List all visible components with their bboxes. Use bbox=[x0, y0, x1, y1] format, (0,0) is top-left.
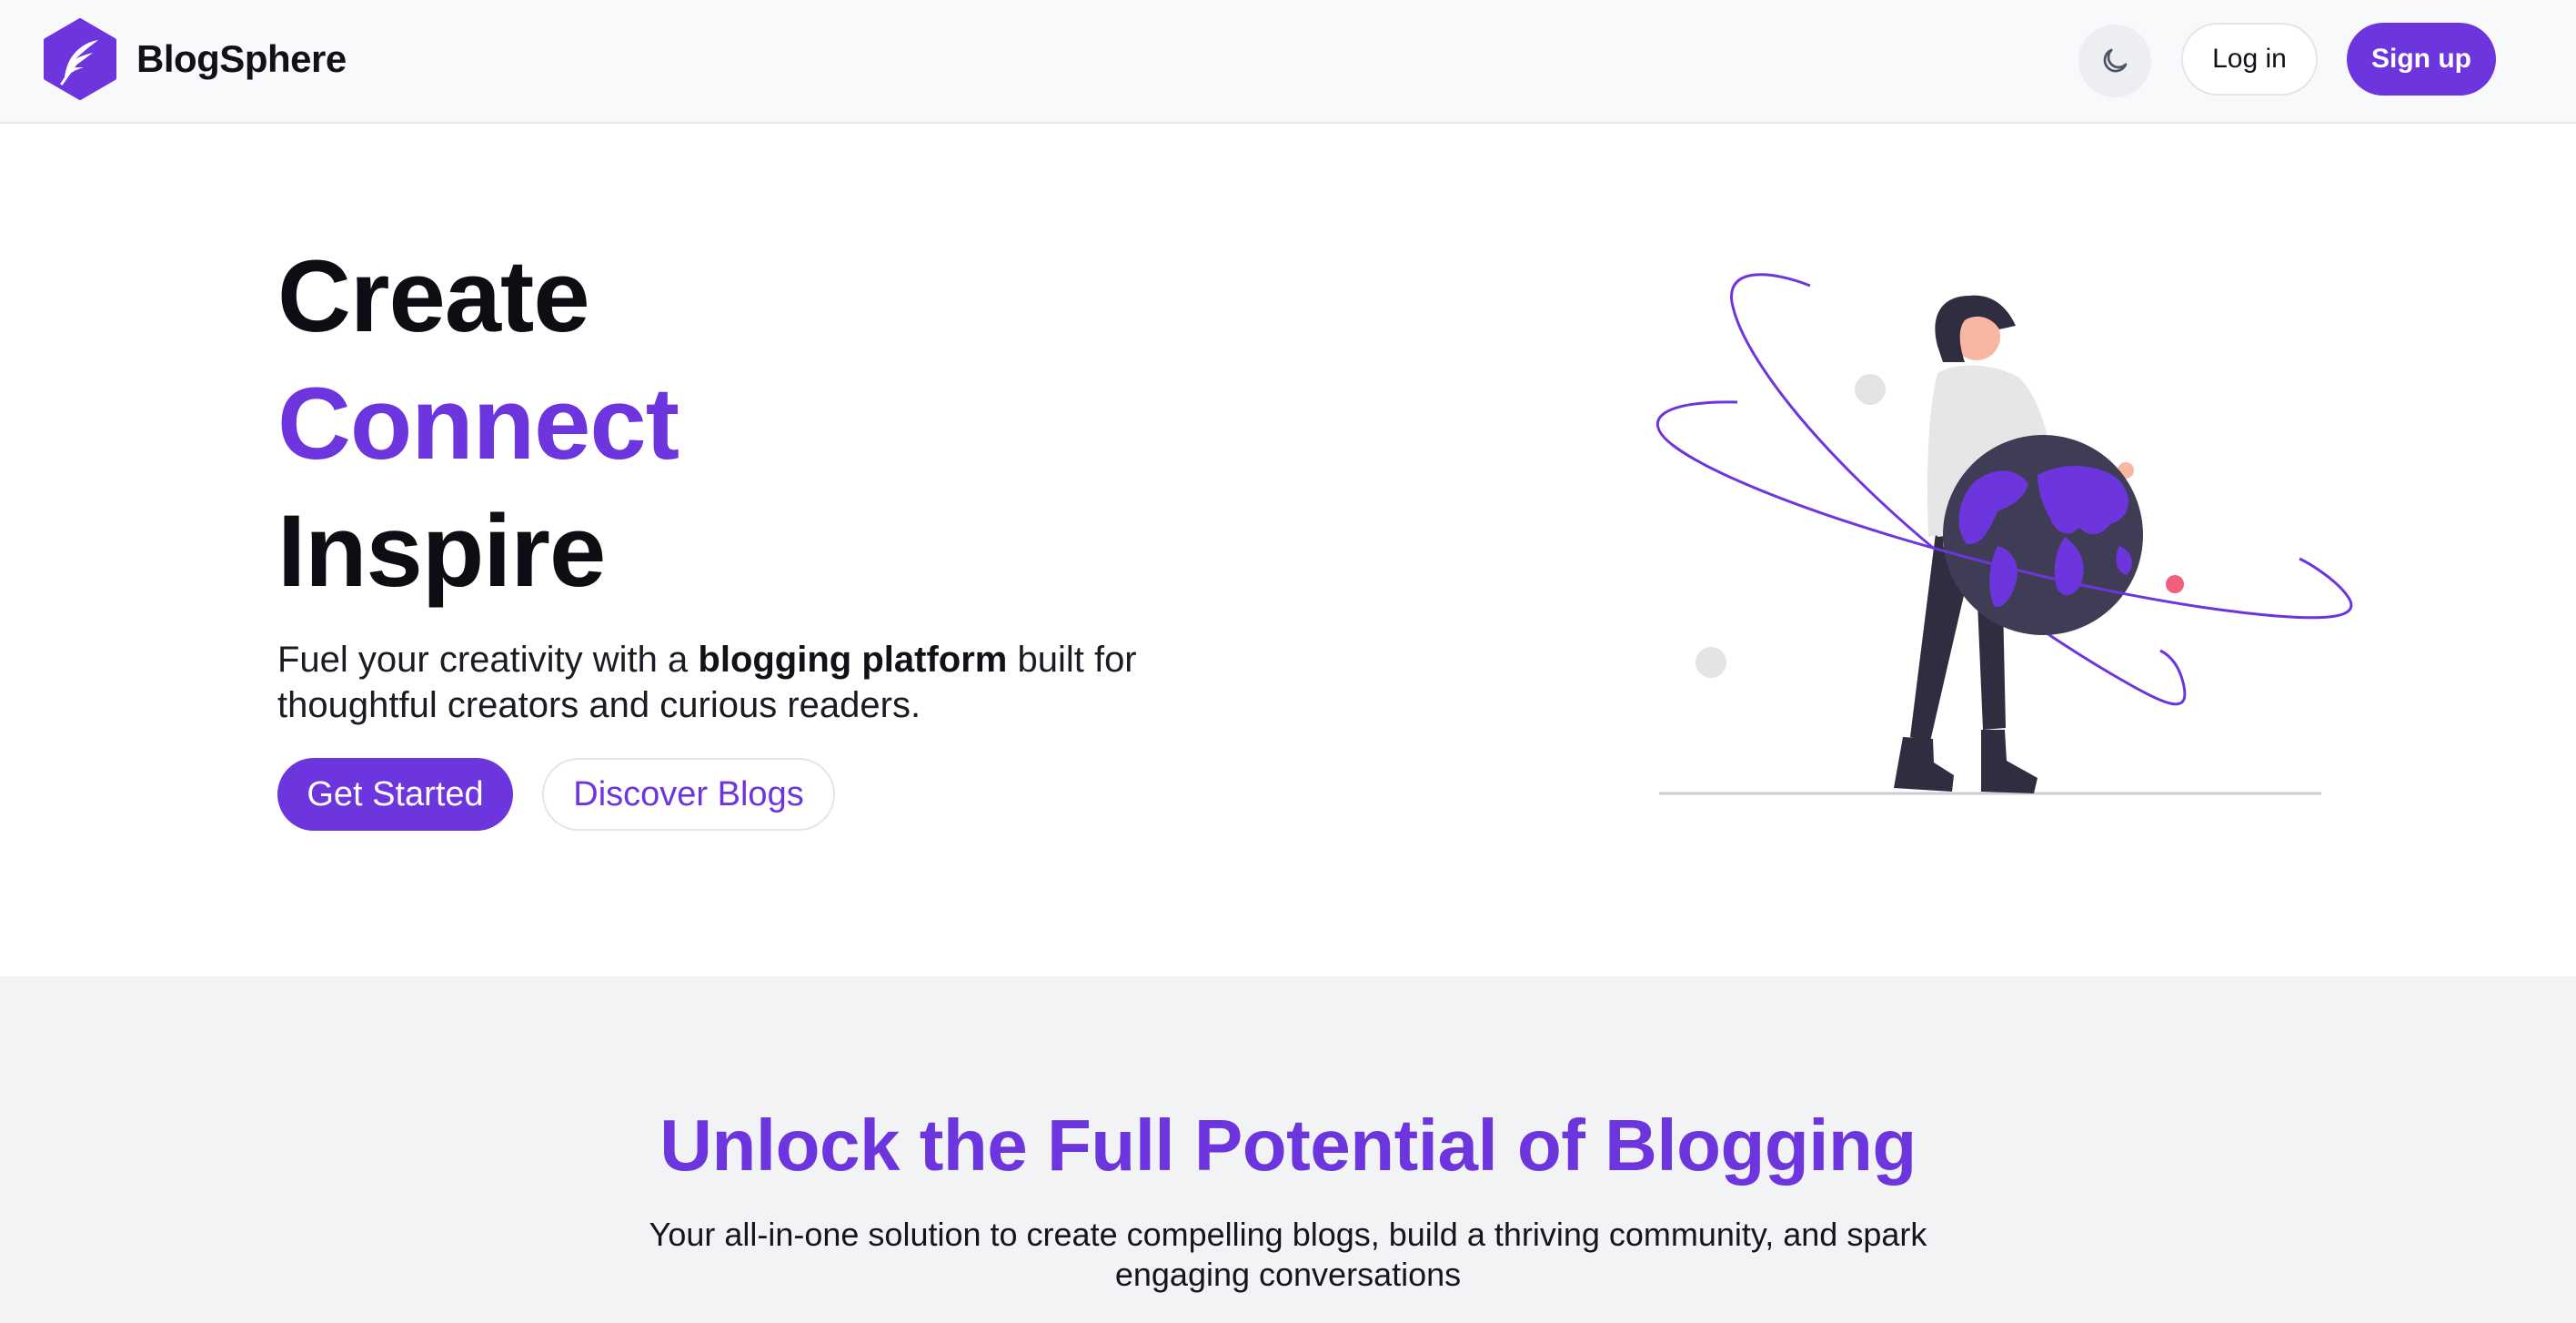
feather-hexagon-icon bbox=[44, 18, 116, 100]
top-navbar: BlogSphere Log in Sign up bbox=[0, 0, 2576, 124]
features-title: Unlock the Full Potential of Blogging bbox=[659, 1105, 1917, 1186]
brand-link[interactable]: BlogSphere bbox=[42, 18, 347, 100]
moon-icon bbox=[2103, 48, 2128, 73]
hero-subtitle: Fuel your creativity with a blogging pla… bbox=[277, 637, 1260, 728]
features-subtitle: Your all-in-one solution to create compe… bbox=[649, 1216, 1927, 1293]
signup-button[interactable]: Sign up bbox=[2347, 23, 2496, 96]
discover-blogs-button[interactable]: Discover Blogs bbox=[542, 758, 835, 831]
hero-title-inspire: Inspire bbox=[277, 494, 606, 608]
hero-subtitle-start: Fuel your creativity with a bbox=[277, 640, 699, 680]
hero-title-connect: Connect bbox=[277, 367, 679, 480]
person-holding-globe-illustration bbox=[1655, 273, 2353, 795]
theme-toggle-button[interactable] bbox=[2078, 25, 2151, 97]
features-section: Unlock the Full Potential of Blogging Yo… bbox=[0, 976, 2576, 1323]
login-button[interactable]: Log in bbox=[2181, 23, 2318, 96]
hero-subtitle-bold: blogging platform bbox=[698, 640, 1008, 680]
get-started-button[interactable]: Get Started bbox=[277, 758, 513, 831]
hero-title-create: Create bbox=[277, 239, 590, 353]
brand-name: BlogSphere bbox=[136, 37, 347, 80]
